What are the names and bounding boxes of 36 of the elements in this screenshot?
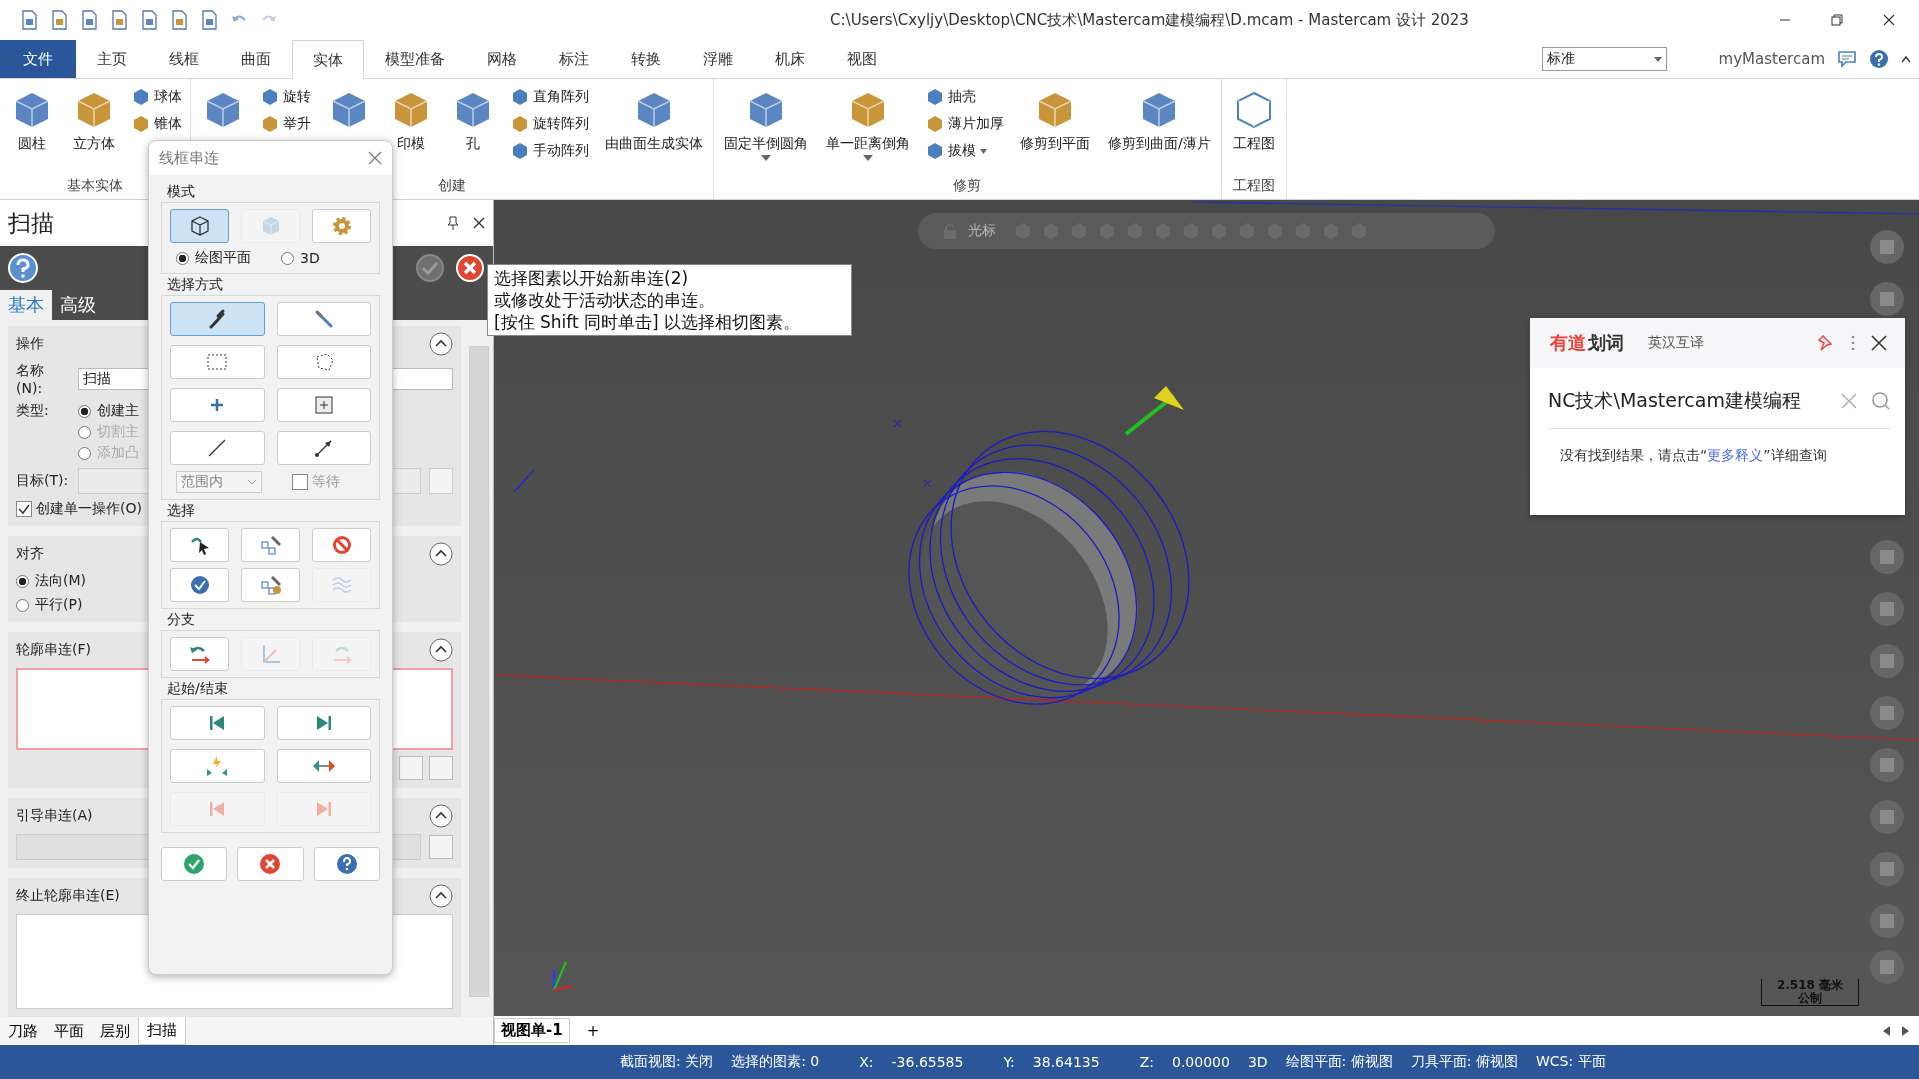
section-heading: 对齐 xyxy=(16,545,44,563)
coordinate-value: 0.00000 xyxy=(1171,1054,1230,1070)
ribbon-group-label: 工程图 xyxy=(1232,177,1275,195)
scale-value: 2.518 毫米 xyxy=(1776,978,1844,992)
group-heading: 起始/结束 xyxy=(167,680,229,698)
status-text: 截面视图: 关闭 xyxy=(620,1053,714,1071)
window-title: C:\Users\Cxyljy\Desktop\CNC技术\Mastercam建模编程\D.mcam - Mastercam 设计 2023 xyxy=(829,10,1470,30)
status-text: 选择的图素: 0 xyxy=(731,1053,820,1071)
section-heading: 轮廓串连(F) xyxy=(16,641,91,659)
ribbon-group-label: 修剪 xyxy=(953,177,982,195)
brand-name: 有道 xyxy=(1550,331,1586,355)
brand-suffix: 划词 xyxy=(1588,331,1624,355)
scale-unit: 公制 xyxy=(1798,991,1822,1005)
section-heading: 操作 xyxy=(16,335,44,353)
tooltip-line: 或修改处于活动状态的串连。 xyxy=(494,289,716,312)
tooltip-line: [按住 Shift 同时单击] 以选择相切图素。 xyxy=(494,311,802,334)
coordinate-label: Y: xyxy=(1003,1054,1015,1070)
field-label: 类型: xyxy=(16,402,50,420)
group-heading: 分支 xyxy=(167,611,196,629)
coordinate-value: 38.64135 xyxy=(1032,1054,1100,1070)
ribbon-group-label: 创建 xyxy=(438,177,466,195)
section-heading: 终止轮廓串连(E) xyxy=(16,887,120,905)
group-heading: 模式 xyxy=(167,183,196,201)
section-heading: 引导串连(A) xyxy=(16,807,93,825)
coordinate-value: -36.65585 xyxy=(891,1054,964,1070)
ribbon-group-label: 基本实体 xyxy=(67,177,123,195)
no-result-message: 没有找到结果，请点击“更多释义”详细查询 xyxy=(1560,447,1828,465)
coordinate-label: Z: xyxy=(1139,1054,1154,1070)
dialog-title: 线框串连 xyxy=(159,148,219,168)
field-label: 名称(N): xyxy=(16,362,45,396)
group-heading: 选择 xyxy=(167,502,196,520)
field-label: 目标(T): xyxy=(16,472,70,490)
coordinate-label: X: xyxy=(859,1054,874,1070)
panel-title: 扫描 xyxy=(8,208,54,238)
group-heading: 选择方式 xyxy=(167,276,224,294)
tooltip-line: 选择图素以开始新串连(2) xyxy=(494,267,690,290)
